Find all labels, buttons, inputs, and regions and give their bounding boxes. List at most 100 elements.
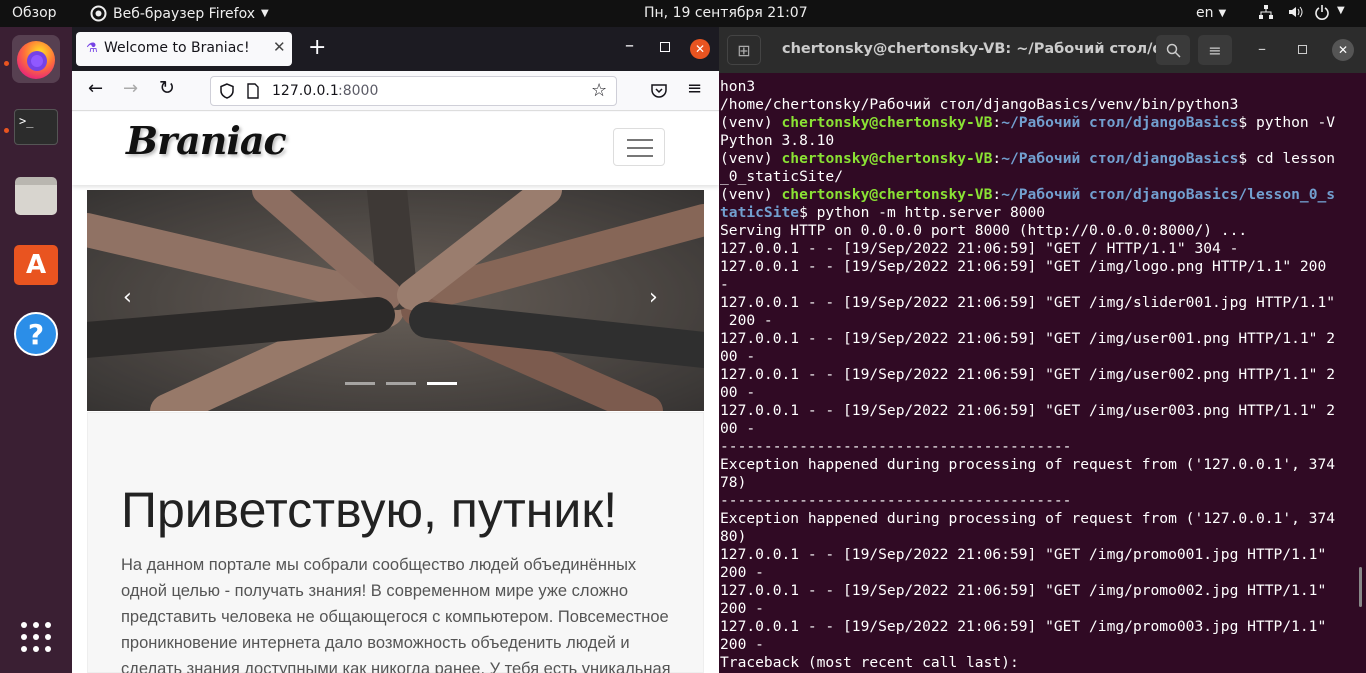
- close-tab-icon[interactable]: ✕: [273, 38, 286, 56]
- carousel-indicator[interactable]: [386, 382, 416, 385]
- terminal-line: Traceback (most recent call last):: [720, 654, 1019, 671]
- terminal-output[interactable]: hon3/home/chertonsky/Рабочий стол/django…: [720, 78, 1366, 673]
- carousel: ‹ ›: [87, 190, 704, 411]
- terminal-line: ----------------------------------------: [720, 492, 1072, 509]
- reload-icon[interactable]: ↻: [159, 77, 175, 99]
- clock[interactable]: Пн, 19 сентября 21:07: [644, 5, 808, 21]
- shield-icon[interactable]: [220, 83, 234, 99]
- close-window-icon[interactable]: ✕: [690, 39, 710, 59]
- top-bar: Обзор Веб-браузер Firefox ▼ Пн, 19 сентя…: [0, 0, 1366, 27]
- maximize-icon[interactable]: [1298, 45, 1307, 54]
- carousel-indicator[interactable]: [345, 382, 375, 385]
- terminal-line: 80): [720, 528, 747, 545]
- carousel-next-icon[interactable]: ›: [649, 285, 658, 310]
- url-bar[interactable]: 127.0.0.1 :8000 ☆: [210, 76, 617, 106]
- terminal-line: taticSite$ python -m http.server 8000: [720, 204, 1046, 221]
- files-dock-icon[interactable]: [12, 172, 60, 220]
- intro-paragraph: На данном портале мы собрали сообщество …: [121, 556, 671, 673]
- carousel-indicators: [345, 382, 457, 385]
- maximize-icon[interactable]: [660, 42, 670, 52]
- site-navbar: Braniac: [72, 112, 719, 185]
- page-heading: Приветствую, путник!: [121, 482, 618, 538]
- close-window-icon[interactable]: ✕: [1332, 39, 1354, 61]
- tab-welcome[interactable]: ⚗ Welcome to Braniac! ✕: [76, 32, 292, 66]
- forward-icon[interactable]: →: [123, 78, 138, 99]
- terminal-line: 200 -: [720, 600, 764, 617]
- terminal-line: 200 -: [720, 636, 764, 653]
- terminal-line: 00 -: [720, 420, 756, 437]
- running-indicator: [4, 128, 9, 133]
- terminal-line: 127.0.0.1 - - [19/Sep/2022 21:06:59] "GE…: [720, 366, 1336, 383]
- chevron-down-icon: ▼: [1218, 7, 1227, 19]
- new-tab-icon[interactable]: +: [308, 35, 326, 60]
- carousel-prev-icon[interactable]: ‹: [123, 285, 132, 310]
- page-icon[interactable]: [247, 83, 259, 99]
- show-apps-icon[interactable]: [12, 613, 60, 661]
- app-menu[interactable]: Веб-браузер Firefox ▼: [90, 5, 269, 22]
- firefox-dock-icon[interactable]: [12, 35, 60, 83]
- carousel-indicator[interactable]: [427, 382, 457, 385]
- tab-title: Welcome to Braniac!: [104, 40, 250, 56]
- terminal-line: (venv) chertonsky@chertonsky-VB:~/Рабочи…: [720, 150, 1336, 167]
- terminal-line: Python 3.8.10: [720, 132, 835, 149]
- app-menu-label: Веб-браузер Firefox: [113, 5, 256, 22]
- terminal-line: 127.0.0.1 - - [19/Sep/2022 21:06:59] "GE…: [720, 294, 1336, 311]
- site-logo[interactable]: Braniac: [126, 118, 287, 163]
- terminal-dock-icon[interactable]: >_: [12, 103, 60, 151]
- terminal-line: (venv) chertonsky@chertonsky-VB:~/Рабочи…: [720, 114, 1336, 131]
- search-icon: [1166, 43, 1181, 58]
- menu-button[interactable]: ≡: [1198, 35, 1232, 65]
- url-host: 127.0.0.1: [272, 83, 339, 99]
- dock: >_ A ?: [0, 27, 72, 673]
- firefox-window: ⚗ Welcome to Braniac! ✕ + – ✕ ← → ↻ 127.…: [72, 27, 719, 673]
- terminal-line: 78): [720, 474, 747, 491]
- terminal-line: hon3: [720, 78, 756, 95]
- jumbotron: Приветствую, путник! На данном портале м…: [87, 412, 704, 673]
- terminal-line: 200 -: [720, 312, 773, 329]
- chevron-down-icon[interactable]: ▼: [1337, 5, 1345, 16]
- language-indicator[interactable]: en ▼: [1196, 5, 1226, 21]
- terminal-line: 127.0.0.1 - - [19/Sep/2022 21:06:59] "GE…: [720, 330, 1336, 347]
- firefox-small-icon: [90, 5, 107, 22]
- carousel-slide-image: [87, 190, 704, 411]
- terminal-line: 200 -: [720, 564, 764, 581]
- back-icon[interactable]: ←: [88, 78, 103, 99]
- terminal-line: Exception happened during processing of …: [720, 456, 1336, 473]
- activities-button[interactable]: Обзор: [12, 5, 57, 21]
- nav-bar: ← → ↻ 127.0.0.1 :8000 ☆ ≡: [72, 71, 719, 111]
- hamburger-menu-icon: ≡: [1208, 40, 1222, 60]
- pocket-icon[interactable]: [651, 83, 667, 98]
- bookmark-star-icon[interactable]: ☆: [591, 80, 607, 101]
- search-button[interactable]: [1156, 35, 1190, 65]
- terminal-line: 127.0.0.1 - - [19/Sep/2022 21:06:59] "GE…: [720, 582, 1327, 599]
- language-label: en: [1196, 5, 1214, 21]
- volume-icon[interactable]: [1287, 4, 1303, 24]
- scrollbar[interactable]: [1359, 567, 1362, 607]
- help-dock-icon[interactable]: ?: [12, 310, 60, 358]
- power-icon[interactable]: [1314, 4, 1330, 24]
- tab-bar: ⚗ Welcome to Braniac! ✕ + – ✕: [72, 27, 719, 71]
- terminal-line: 127.0.0.1 - - [19/Sep/2022 21:06:59] "GE…: [720, 546, 1327, 563]
- navbar-toggle-button[interactable]: [613, 128, 665, 166]
- running-indicator: [4, 61, 9, 66]
- chevron-down-icon: ▼: [261, 8, 269, 19]
- terminal-line: 00 -: [720, 348, 756, 365]
- new-tab-icon: ⊞: [737, 40, 751, 60]
- terminal-line: 127.0.0.1 - - [19/Sep/2022 21:06:59] "GE…: [720, 258, 1327, 275]
- software-dock-icon[interactable]: A: [12, 241, 60, 289]
- terminal-line: /home/chertonsky/Рабочий стол/djangoBasi…: [720, 96, 1239, 113]
- hamburger-icon: [627, 139, 653, 157]
- new-tab-button[interactable]: ⊞: [727, 35, 761, 65]
- terminal-line: (venv) chertonsky@chertonsky-VB:~/Рабочи…: [720, 186, 1336, 203]
- terminal-window: ⊞ chertonsky@chertonsky-VB: ~/Рабочий ст…: [719, 27, 1366, 673]
- terminal-line: 127.0.0.1 - - [19/Sep/2022 21:06:59] "GE…: [720, 618, 1327, 635]
- terminal-line: _0_staticSite/: [720, 168, 844, 185]
- terminal-title: chertonsky@chertonsky-VB: ~/Рабочий стол…: [782, 41, 1185, 57]
- web-page: Braniac ‹ › Приветствую, путник! На данн…: [72, 112, 719, 673]
- terminal-line: ----------------------------------------: [720, 438, 1072, 455]
- minimize-icon[interactable]: –: [1258, 39, 1266, 58]
- hamburger-menu-icon[interactable]: ≡: [687, 78, 702, 99]
- minimize-icon[interactable]: –: [625, 35, 634, 56]
- network-icon[interactable]: [1258, 4, 1274, 24]
- terminal-line: Serving HTTP on 0.0.0.0 port 8000 (http:…: [720, 222, 1248, 239]
